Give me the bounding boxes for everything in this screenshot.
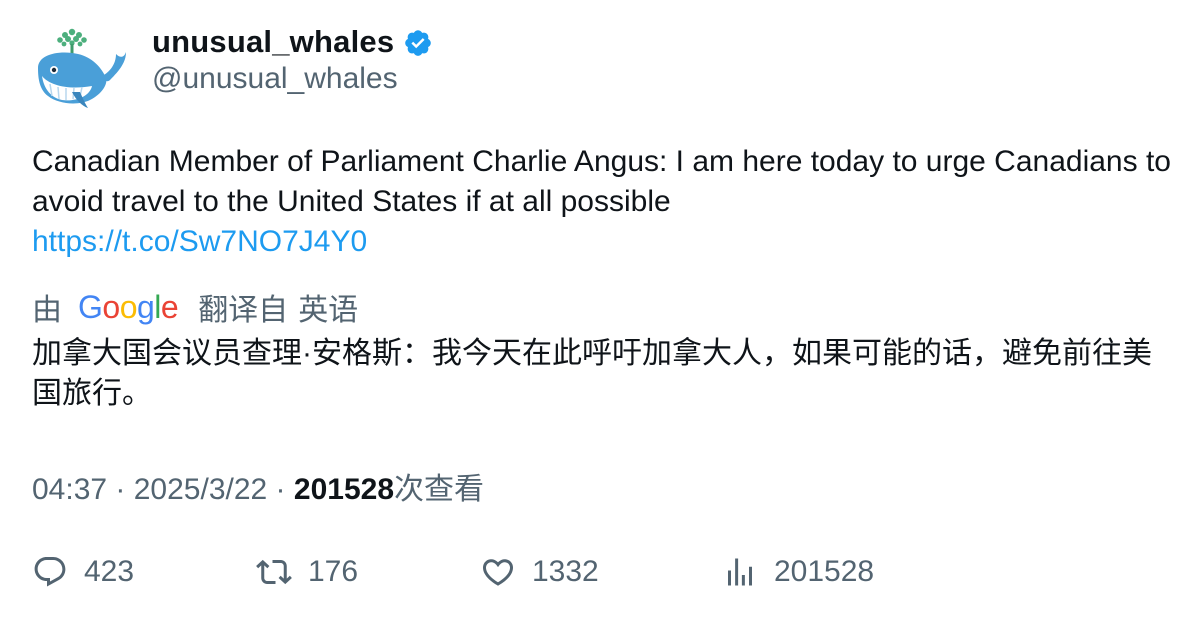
heart-icon xyxy=(482,559,514,586)
like-count: 1332 xyxy=(532,555,599,588)
action-bar: 423 176 1332 201528 xyxy=(32,548,1132,596)
author-display-name[interactable]: unusual_whales xyxy=(152,24,394,60)
tweet-time[interactable]: 04:37 xyxy=(32,473,107,506)
like-button[interactable]: 1332 xyxy=(480,548,599,596)
reply-button[interactable]: 423 xyxy=(32,548,134,596)
reply-count: 423 xyxy=(84,555,135,588)
views-count: 201528 xyxy=(293,473,394,506)
translation-prefix: 由 xyxy=(32,294,62,327)
google-logo-letter: e xyxy=(160,288,179,325)
google-logo-icon: Google xyxy=(78,288,179,326)
google-logo-letter: l xyxy=(154,288,161,325)
tweet-text: Canadian Member of Parliament Charlie An… xyxy=(32,142,1172,262)
retweet-count: 176 xyxy=(308,555,359,588)
analytics-icon xyxy=(728,558,752,586)
retweet-icon xyxy=(256,559,292,585)
google-logo-letter: g xyxy=(136,288,155,325)
translation-attribution: 由 Google 翻译自 英语 xyxy=(32,286,358,328)
views-label: 次查看 xyxy=(394,473,484,506)
tweet-meta: 04:37 · 2025/3/22 · 201528次查看 xyxy=(32,464,484,508)
translation-source-language: 英语 xyxy=(298,294,359,327)
tweet-body: Canadian Member of Parliament Charlie An… xyxy=(32,145,1171,218)
author-handle[interactable]: @unusual_whales xyxy=(152,62,398,96)
views-action-count: 201528 xyxy=(774,555,875,588)
google-logo-letter: o xyxy=(102,288,120,325)
retweet-button[interactable]: 176 xyxy=(256,548,358,596)
tweet-date[interactable]: 2025/3/22 xyxy=(134,473,267,506)
google-logo-letter: G xyxy=(78,288,103,325)
author-name-row: unusual_whales xyxy=(152,22,433,62)
reply-icon xyxy=(34,557,66,587)
google-logo-letter: o xyxy=(119,288,138,325)
meta-separator: · xyxy=(107,473,134,506)
views-button[interactable]: 201528 xyxy=(722,548,874,596)
avatar[interactable] xyxy=(32,24,128,114)
translation-action: 翻译自 xyxy=(198,294,289,327)
translated-text: 加拿大国会议员查理·安格斯：我今天在此呼吁加拿大人，如果可能的话，避免前往美国旅… xyxy=(32,337,1152,410)
verified-badge-icon[interactable] xyxy=(403,28,433,58)
whale-avatar-icon xyxy=(38,28,126,108)
tweet-link[interactable]: https://t.co/Sw7NO7J4Y0 xyxy=(32,222,367,262)
meta-separator: · xyxy=(267,473,294,506)
